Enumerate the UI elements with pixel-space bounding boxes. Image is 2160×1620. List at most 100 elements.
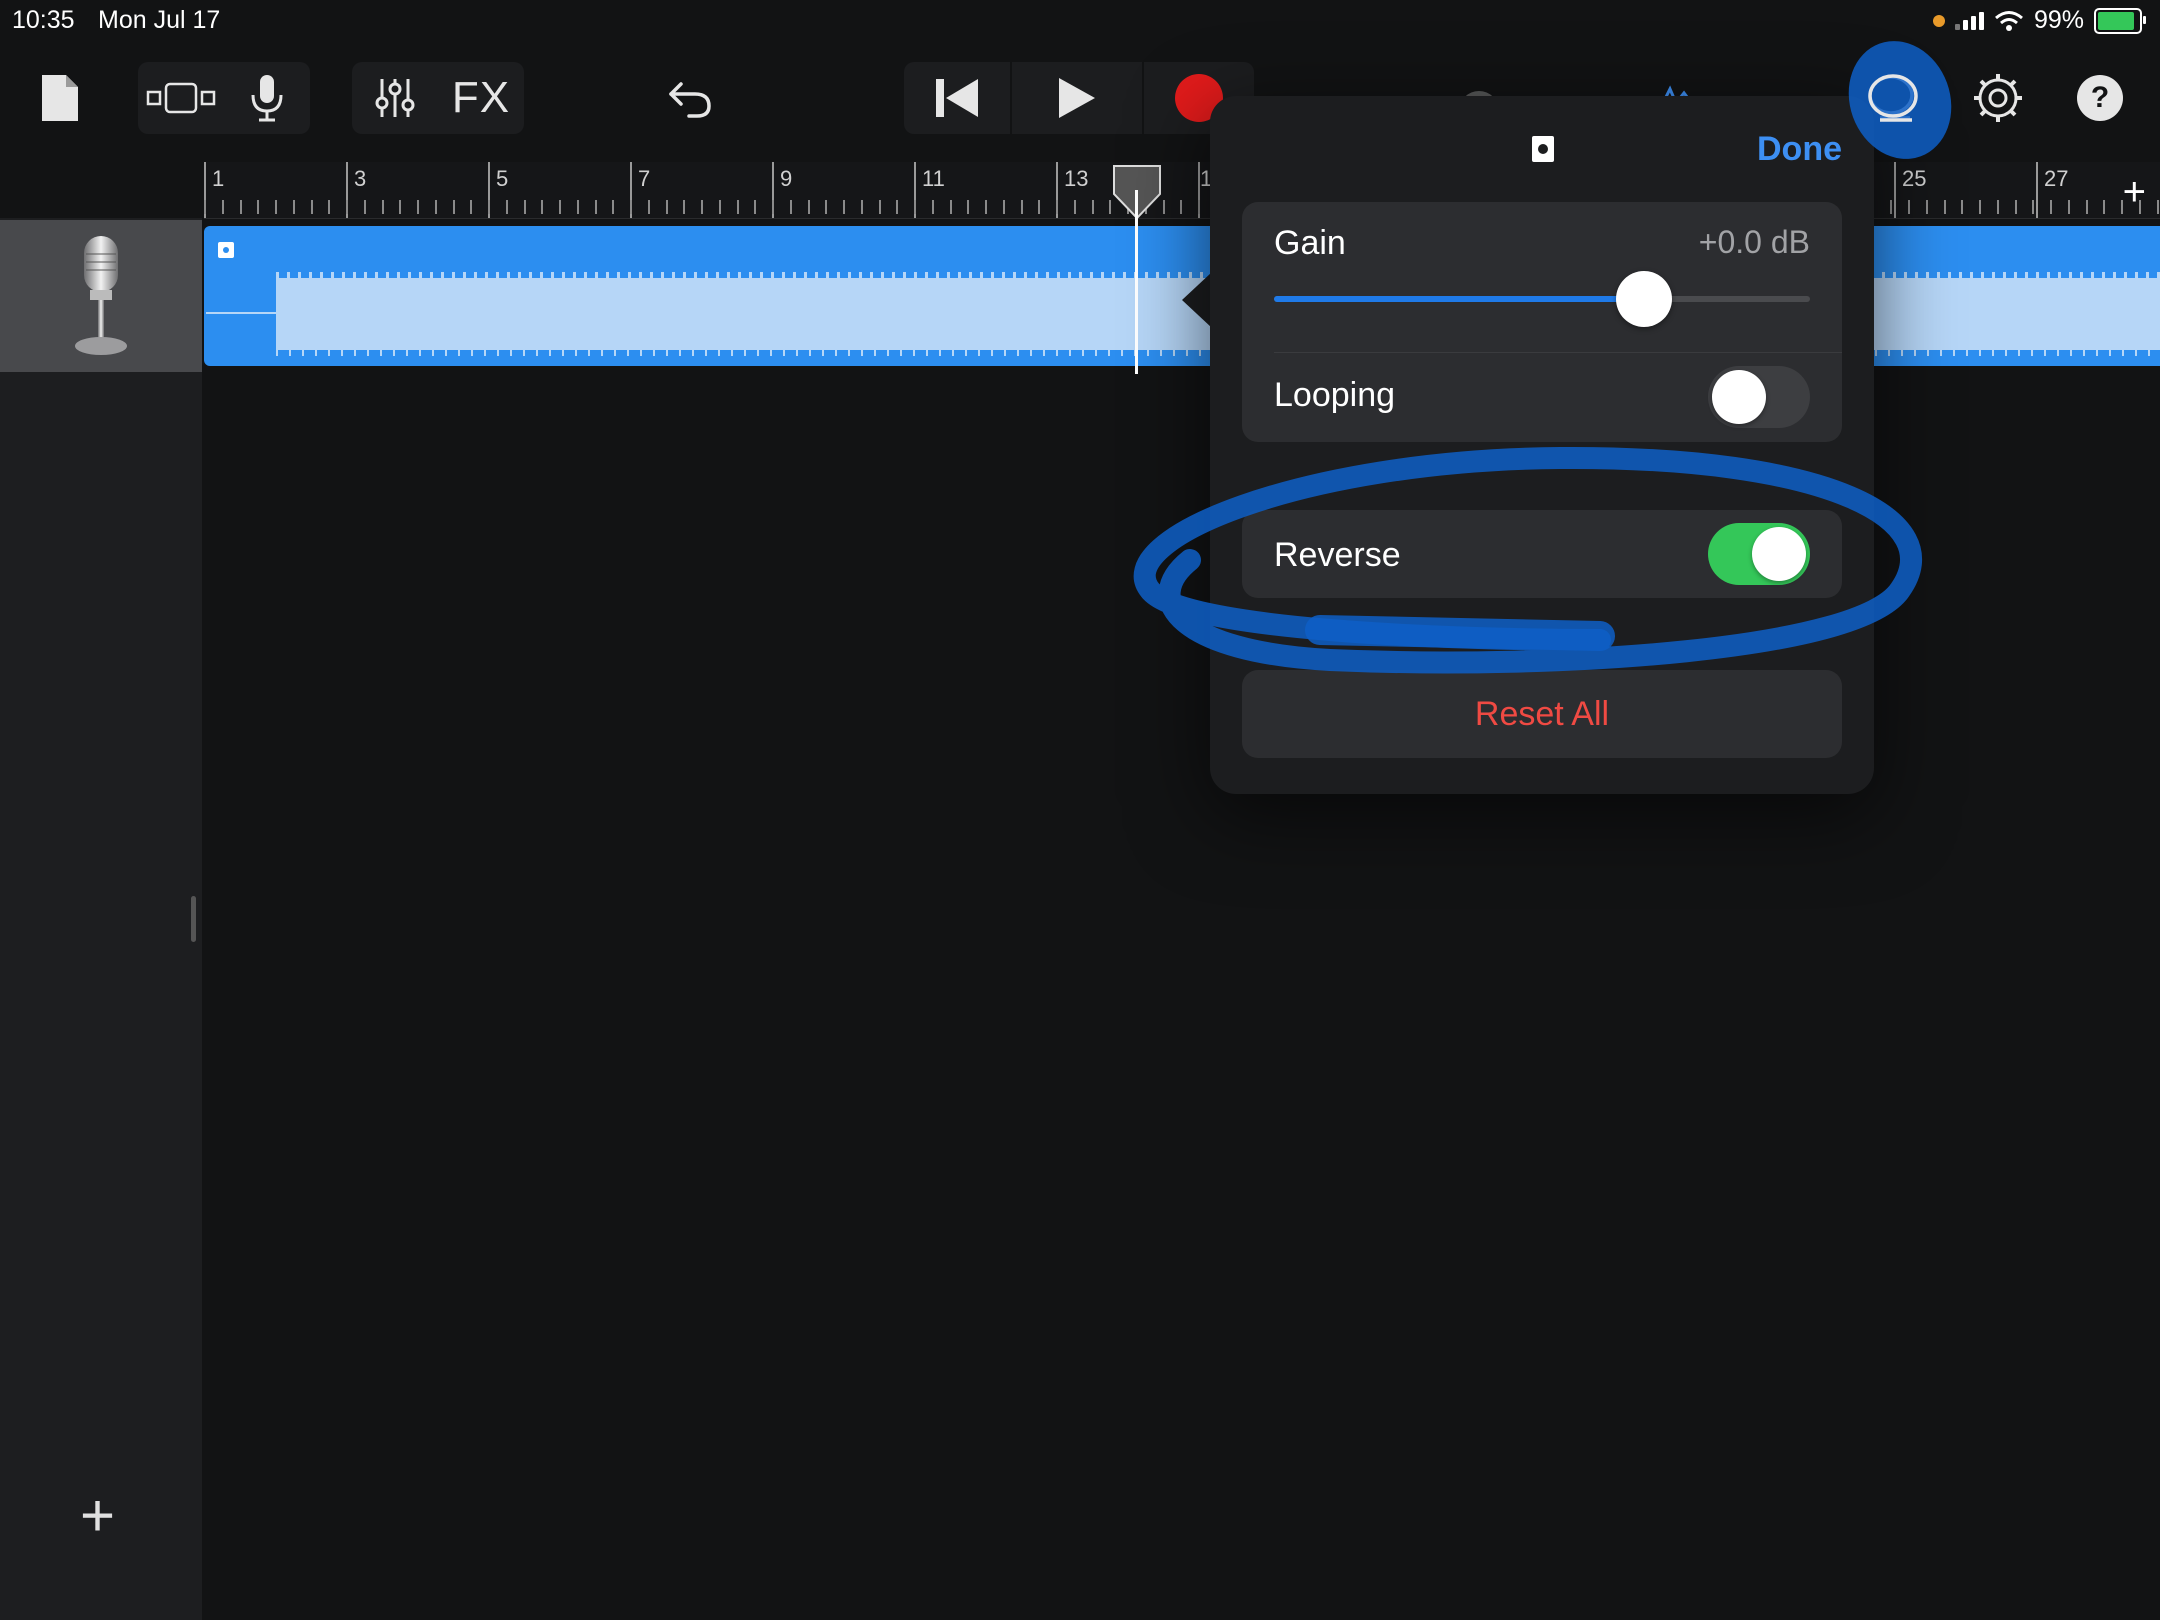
ruler-tick <box>292 200 295 214</box>
ruler-tick <box>1180 200 1183 214</box>
ruler-tick <box>2050 200 2052 214</box>
transport-group <box>904 62 1254 134</box>
looping-toggle[interactable] <box>1708 366 1810 428</box>
track-header-resize-handle[interactable] <box>191 896 196 942</box>
settings-icon[interactable] <box>1964 62 2032 134</box>
ruler-tick <box>257 200 260 214</box>
ruler-tick <box>647 200 650 214</box>
help-icon[interactable]: ? <box>2070 62 2130 134</box>
add-track-button[interactable]: + <box>80 1481 115 1550</box>
ruler-tick <box>914 200 916 214</box>
toggle-knob <box>1712 370 1766 424</box>
wifi-icon <box>1994 10 2023 31</box>
battery-percent: 99% <box>2033 6 2084 34</box>
mic-in-use-indicator <box>1932 14 1945 27</box>
tracks-view-icon[interactable] <box>138 82 224 114</box>
ruler-tick <box>1996 200 1999 214</box>
region-loop-marker-icon <box>218 242 234 258</box>
ruler-tick <box>2067 200 2070 214</box>
looping-label: Looping <box>1274 376 1396 414</box>
ruler-tick <box>310 200 313 214</box>
playhead-line <box>1135 190 1138 374</box>
gain-value: +0.0 dB <box>1698 224 1810 260</box>
region-icon <box>1532 136 1554 162</box>
waveform-silence <box>206 312 278 314</box>
gain-slider-knob[interactable] <box>1615 271 1672 327</box>
ruler-tick <box>967 200 970 214</box>
gain-looping-card: Gain +0.0 dB Looping <box>1242 202 1842 442</box>
reset-all-button[interactable]: Reset All <box>1242 670 1842 758</box>
document-icon[interactable] <box>28 62 92 134</box>
reverse-label: Reverse <box>1274 536 1401 574</box>
ruler-tick <box>1091 200 1094 214</box>
view-group <box>138 62 310 134</box>
ruler-tick <box>1890 200 1893 214</box>
ruler-tick <box>718 200 721 214</box>
ruler-tick <box>1020 200 1023 214</box>
ruler-tick <box>1943 200 1946 214</box>
ruler-tick <box>2085 200 2088 214</box>
battery-icon <box>2094 7 2146 34</box>
ruler-bar-number: 25 <box>1902 166 1927 191</box>
ruler-tick <box>1961 200 1964 214</box>
ruler-tick <box>896 200 899 214</box>
ruler-tick <box>683 200 686 214</box>
ruler-tick <box>275 200 277 214</box>
play-icon[interactable] <box>1012 76 1142 120</box>
ruler-tick <box>221 200 224 214</box>
ruler-tick <box>1002 200 1005 214</box>
ruler-tick <box>1109 200 1112 214</box>
rewind-icon[interactable] <box>904 77 1010 119</box>
ruler-tick <box>701 200 703 214</box>
ruler-tick <box>204 200 206 214</box>
mix-group: FX <box>352 62 524 134</box>
ruler-tick <box>1056 200 1058 214</box>
ruler-tick <box>754 200 757 214</box>
ruler-tick <box>612 200 615 214</box>
ruler-tick <box>1162 200 1165 214</box>
reverse-toggle[interactable] <box>1708 523 1810 585</box>
ruler-tick <box>931 200 934 214</box>
ruler-tick <box>328 200 331 214</box>
track-header-column <box>0 218 202 1620</box>
ruler-tick <box>452 200 455 214</box>
status-bar: 10:35 Mon Jul 17 99% <box>0 0 2160 40</box>
ruler-tick <box>665 200 668 214</box>
ruler-tick <box>505 200 508 214</box>
ruler-tick <box>399 200 402 214</box>
fx-button[interactable]: FX <box>438 73 524 123</box>
ruler-tick <box>2103 200 2106 214</box>
ruler-tick <box>239 200 242 214</box>
gain-label: Gain <box>1274 224 1346 262</box>
ruler-tick <box>2156 200 2159 214</box>
ruler-tick <box>985 200 987 214</box>
mixer-icon[interactable] <box>352 77 438 119</box>
ruler-tick <box>789 200 792 214</box>
ruler-tick <box>860 200 863 214</box>
ruler-bar-number: 27 <box>2044 166 2069 191</box>
microphone-icon <box>75 236 127 355</box>
track-header[interactable] <box>0 220 202 372</box>
status-date: Mon Jul 17 <box>98 6 221 34</box>
status-right: 99% <box>1932 6 2146 35</box>
ruler-tick <box>2014 200 2017 214</box>
ruler-tick <box>594 200 597 214</box>
cellular-signal-icon <box>1954 11 1984 30</box>
ruler-tick <box>523 200 526 214</box>
gain-slider[interactable] <box>1274 271 1810 327</box>
region-settings-popover: Done Gain +0.0 dB Looping Reverse Reset … <box>1210 96 1874 794</box>
undo-icon[interactable] <box>660 62 720 134</box>
ruler-tick <box>807 200 810 214</box>
ruler-tick <box>1073 200 1076 214</box>
ruler-tick <box>381 200 384 214</box>
ruler-tick <box>878 200 881 214</box>
ruler-tick <box>2032 200 2035 214</box>
ruler-tick <box>559 200 561 214</box>
ruler-bar-number: 9 <box>780 166 793 191</box>
add-section-button[interactable]: + <box>2123 170 2146 215</box>
ruler-bar-number: 5 <box>496 166 509 191</box>
ruler-tick <box>1979 200 1981 214</box>
ruler-tick <box>772 200 774 214</box>
done-button[interactable]: Done <box>1757 130 1842 169</box>
microphone-icon[interactable] <box>224 73 310 123</box>
